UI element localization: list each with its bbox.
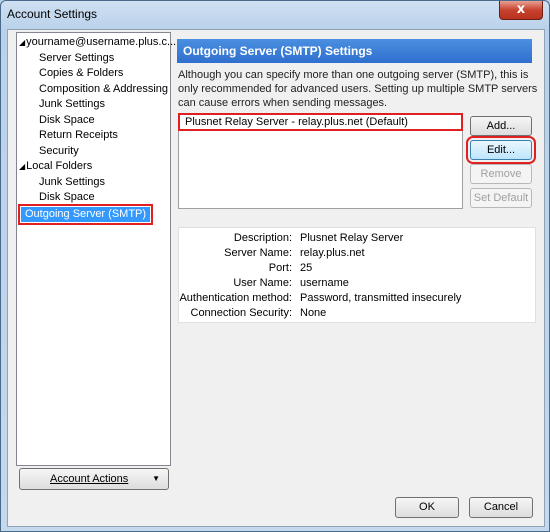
window-title: Account Settings <box>7 7 98 21</box>
tree-item-return-receipts[interactable]: Return Receipts <box>39 128 118 143</box>
detail-label: Authentication method: <box>179 292 292 304</box>
tree-item-junk-settings[interactable]: Junk Settings <box>39 97 105 112</box>
tree-item-local-junk-settings[interactable]: Junk Settings <box>39 175 105 190</box>
detail-value: relay.plus.net <box>300 247 365 259</box>
tree-item-composition-addressing[interactable]: Composition & Addressing <box>39 82 168 97</box>
expand-icon[interactable]: ◢ <box>19 162 25 171</box>
detail-label: Description: <box>233 232 292 244</box>
tree-item-local-folders[interactable]: ◢Local Folders <box>19 159 92 174</box>
edit-button[interactable]: Edit... <box>466 136 536 164</box>
page-title: Outgoing Server (SMTP) Settings <box>177 39 532 63</box>
detail-label: Port: <box>268 262 292 274</box>
dropdown-arrow-icon: ▼ <box>152 474 160 483</box>
dialog-client-area: ◢yourname@username.plus.c... Server Sett… <box>7 29 545 527</box>
tree-item-server-settings[interactable]: Server Settings <box>39 51 114 66</box>
detail-label: Server Name: <box>224 247 292 259</box>
set-default-button[interactable]: Set Default <box>470 188 532 208</box>
remove-button[interactable]: Remove <box>470 164 532 184</box>
detail-port-row: Port: 25 <box>179 261 535 276</box>
close-button[interactable]: x <box>499 1 543 20</box>
tree-item-account[interactable]: ◢yourname@username.plus.c... <box>19 35 176 50</box>
detail-server-name-row: Server Name: relay.plus.net <box>179 246 535 261</box>
cancel-button[interactable]: Cancel <box>469 497 533 518</box>
account-settings-window: Account Settings x ◢yourname@username.pl… <box>0 0 550 532</box>
tree-item-label: Local Folders <box>26 160 93 172</box>
tree-item-label: yourname@username.plus.c... <box>26 36 177 48</box>
detail-auth-row: Authentication method: Password, transmi… <box>179 291 535 306</box>
detail-description-row: Description: Plusnet Relay Server <box>179 231 535 246</box>
detail-user-name-row: User Name: username <box>179 276 535 291</box>
tree-item-copies-folders[interactable]: Copies & Folders <box>39 66 123 81</box>
add-button[interactable]: Add... <box>470 116 532 136</box>
detail-value: Plusnet Relay Server <box>300 232 404 244</box>
detail-value: None <box>300 307 327 319</box>
tree-item-security[interactable]: Security <box>39 144 79 159</box>
account-actions-button[interactable]: Account Actions ▼ <box>19 468 169 490</box>
detail-value: username <box>300 277 349 289</box>
detail-label: User Name: <box>233 277 292 289</box>
tree-item-local-disk-space[interactable]: Disk Space <box>39 190 95 205</box>
detail-value: Password, transmitted insecurely <box>300 292 462 304</box>
tree-item-outgoing-server[interactable]: Outgoing Server (SMTP) <box>17 204 154 225</box>
title-bar: Account Settings x <box>1 1 549 27</box>
account-tree[interactable]: ◢yourname@username.plus.c... Server Sett… <box>16 32 176 466</box>
close-icon: x <box>516 2 526 17</box>
detail-security-row: Connection Security: None <box>179 306 535 321</box>
smtp-description: Although you can specify more than one o… <box>178 69 538 109</box>
detail-value: 25 <box>300 262 313 274</box>
tree-item-disk-space[interactable]: Disk Space <box>39 113 95 128</box>
smtp-server-list[interactable]: Plusnet Relay Server - relay.plus.net (D… <box>178 113 463 209</box>
detail-label: Connection Security: <box>190 307 293 319</box>
server-details-panel: Description: Plusnet Relay Server Server… <box>178 227 536 323</box>
account-actions-label: Account Actions <box>50 473 129 485</box>
expand-icon[interactable]: ◢ <box>19 38 25 47</box>
smtp-server-item[interactable]: Plusnet Relay Server - relay.plus.net (D… <box>178 113 463 131</box>
ok-button[interactable]: OK <box>395 497 459 518</box>
